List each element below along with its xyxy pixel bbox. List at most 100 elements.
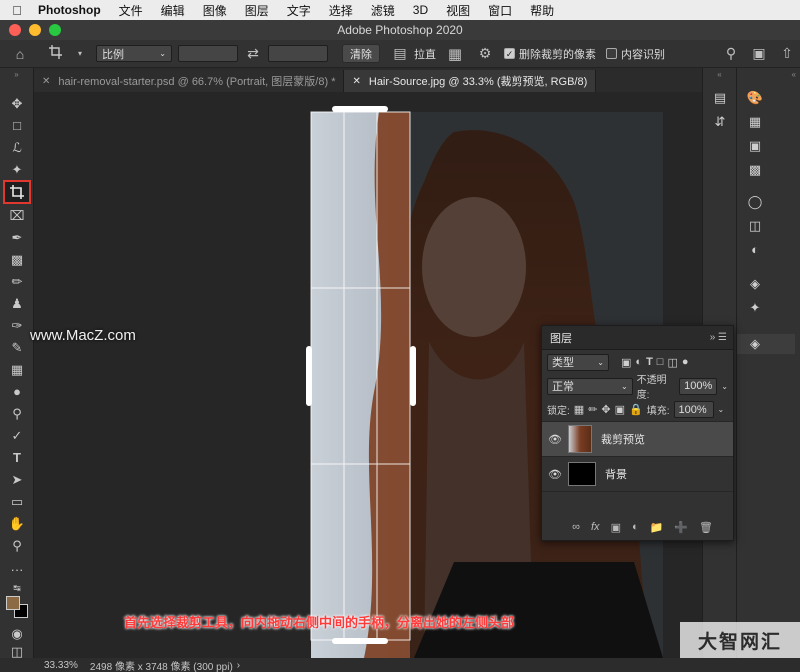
channels-icon[interactable]: ◈ <box>743 274 767 294</box>
patterns-icon[interactable]: ▩ <box>743 160 767 180</box>
frame-tool-icon[interactable]: ⌧ <box>5 206 29 226</box>
swatches-icon[interactable]: ▦ <box>743 112 767 132</box>
healing-brush-tool-icon[interactable]: ▩ <box>5 250 29 270</box>
close-window-button[interactable] <box>9 24 21 36</box>
path-selection-tool-icon[interactable]: ➤ <box>5 470 29 490</box>
adjustments-icon[interactable]: ◐ <box>743 240 767 260</box>
opacity-input[interactable]: 100% <box>679 377 718 395</box>
adjust-icon[interactable]: ⇵ <box>708 112 732 132</box>
brush-tool-icon[interactable]: ✏ <box>5 272 29 292</box>
width-input[interactable] <box>178 45 238 62</box>
crop-handle-top[interactable] <box>332 106 388 112</box>
more-tools-icon[interactable]: ··· <box>5 560 29 580</box>
share-icon[interactable]: ⇧ <box>774 45 800 62</box>
libraries-icon[interactable]: ◫ <box>743 216 767 236</box>
layer-row-background[interactable]: 👁 背景 <box>542 457 733 492</box>
properties-icon[interactable]: ▤ <box>708 88 732 108</box>
close-tab-icon[interactable]: ✕ <box>352 76 360 87</box>
foreground-color-swatch[interactable] <box>6 596 20 610</box>
menu-window[interactable]: 窗口 <box>479 2 521 19</box>
chevron-down-icon[interactable]: ⌄ <box>721 382 728 391</box>
link-layers-icon[interactable]: ∞ <box>572 521 580 533</box>
crop-preset-icon[interactable] <box>40 45 74 62</box>
eyedropper-tool-icon[interactable]: ✒ <box>5 228 29 248</box>
tab-hair-removal-starter[interactable]: ✕ hair-removal-starter.psd @ 66.7% (Port… <box>34 70 345 92</box>
home-icon[interactable]: ⌂ <box>0 46 40 62</box>
collapse-panels-icon[interactable]: « <box>703 68 736 82</box>
filter-smart-object-icon[interactable]: ◫ <box>667 356 677 369</box>
menu-file[interactable]: 文件 <box>110 2 152 19</box>
chevron-down-icon[interactable]: ▾ <box>74 49 86 58</box>
eraser-tool-icon[interactable]: ✎ <box>5 338 29 358</box>
filter-type-icon[interactable]: T <box>646 356 653 368</box>
adjustment-layer-icon[interactable]: ◐ <box>632 521 639 533</box>
swap-icon[interactable]: ⇄ <box>238 45 268 62</box>
apple-icon[interactable]:  <box>0 3 34 18</box>
content-aware-checkbox[interactable]: 内容识别 <box>606 46 665 62</box>
filter-pixel-icon[interactable]: ▣ <box>621 356 631 369</box>
lock-position-icon[interactable]: ✥ <box>601 403 610 416</box>
height-input[interactable] <box>268 45 328 62</box>
gear-icon[interactable]: ⚙ <box>474 45 496 62</box>
fill-input[interactable]: 100% <box>673 401 714 418</box>
folder-icon[interactable]: 📁 <box>650 521 664 534</box>
menu-edit[interactable]: 编辑 <box>152 2 194 19</box>
new-layer-icon[interactable]: ➕ <box>674 521 688 534</box>
layers-tab[interactable]: 图层 <box>542 330 580 346</box>
straighten-icon[interactable]: ▤ <box>386 45 414 62</box>
tab-hair-source[interactable]: ✕ Hair-Source.jpg @ 33.3% (裁剪预览, RGB/8) <box>344 70 597 92</box>
straighten-button[interactable]: 拉直 <box>414 46 436 62</box>
type-tool-icon[interactable]: T <box>5 448 29 468</box>
chevron-right-icon[interactable]: › <box>237 660 240 671</box>
crop-handle-bottom[interactable] <box>332 638 388 644</box>
trash-icon[interactable]: 🗑 <box>699 521 713 534</box>
blend-mode-select[interactable]: 正常 ⌄ <box>547 377 633 395</box>
clone-stamp-tool-icon[interactable]: ♟ <box>5 294 29 314</box>
menu-layer[interactable]: 图层 <box>236 2 278 19</box>
swap-colors-icon[interactable]: ↹ <box>5 578 29 598</box>
quick-mask-icon[interactable]: ◉ <box>5 624 29 644</box>
collapse-dock-icon[interactable]: « <box>737 68 800 82</box>
menu-image[interactable]: 图像 <box>194 2 236 19</box>
filter-kind-select[interactable]: 类型 ⌄ <box>547 353 609 371</box>
menu-filter[interactable]: 滤镜 <box>362 2 404 19</box>
eye-icon[interactable]: 👁 <box>542 468 568 481</box>
blur-tool-icon[interactable]: ● <box>5 382 29 402</box>
filter-toggle-icon[interactable]: ● <box>682 356 689 368</box>
menu-type[interactable]: 文字 <box>278 2 320 19</box>
filter-shape-icon[interactable]: □ <box>657 356 664 368</box>
lock-image-icon[interactable]: ✏ <box>588 403 597 416</box>
pen-tool-icon[interactable]: ✓ <box>5 426 29 446</box>
hand-tool-icon[interactable]: ✋ <box>5 514 29 534</box>
gradients-icon[interactable]: ▣ <box>743 136 767 156</box>
rectangle-tool-icon[interactable]: ▭ <box>5 492 29 512</box>
ratio-select[interactable]: 比例 ⌄ <box>96 45 172 62</box>
lightbulb-icon[interactable]: ◯ <box>743 192 767 212</box>
lock-transparency-icon[interactable]: ▦ <box>574 403 584 416</box>
eye-icon[interactable]: 👁 <box>542 433 568 446</box>
move-tool-icon[interactable]: ✥ <box>5 94 29 114</box>
zoom-level[interactable]: 33.33% <box>44 660 78 671</box>
magic-wand-tool-icon[interactable]: ✦ <box>5 160 29 180</box>
paths-icon[interactable]: ✦ <box>743 298 767 318</box>
lasso-tool-icon[interactable]: ℒ <box>5 138 29 158</box>
grid-overlay-icon[interactable]: ▦ <box>436 45 474 63</box>
layers-panel-button[interactable]: ◈ <box>737 334 795 354</box>
chevron-down-icon[interactable]: ⌄ <box>718 405 725 414</box>
collapse-tools-icon[interactable]: » <box>0 68 33 82</box>
crop-tool-icon[interactable] <box>3 180 31 204</box>
marquee-tool-icon[interactable]: □ <box>5 116 29 136</box>
zoom-tool-icon[interactable]: ⚲ <box>5 536 29 556</box>
panel-menu-icon[interactable]: » ☰ <box>710 332 733 343</box>
layer-row-crop-preview[interactable]: 👁 裁剪预览 <box>542 422 733 457</box>
menu-select[interactable]: 选择 <box>320 2 362 19</box>
lock-all-icon[interactable]: 🔒 <box>629 403 643 416</box>
search-icon[interactable]: ⚲ <box>718 45 744 62</box>
crop-handle-left[interactable] <box>306 346 312 406</box>
minimize-window-button[interactable] <box>29 24 41 36</box>
crop-handle-right[interactable] <box>410 346 416 406</box>
add-mask-icon[interactable]: ▣ <box>611 521 621 534</box>
menu-app-name[interactable]: Photoshop <box>34 3 110 17</box>
zoom-window-button[interactable] <box>49 24 61 36</box>
lock-artboard-icon[interactable]: ▣ <box>615 403 625 416</box>
